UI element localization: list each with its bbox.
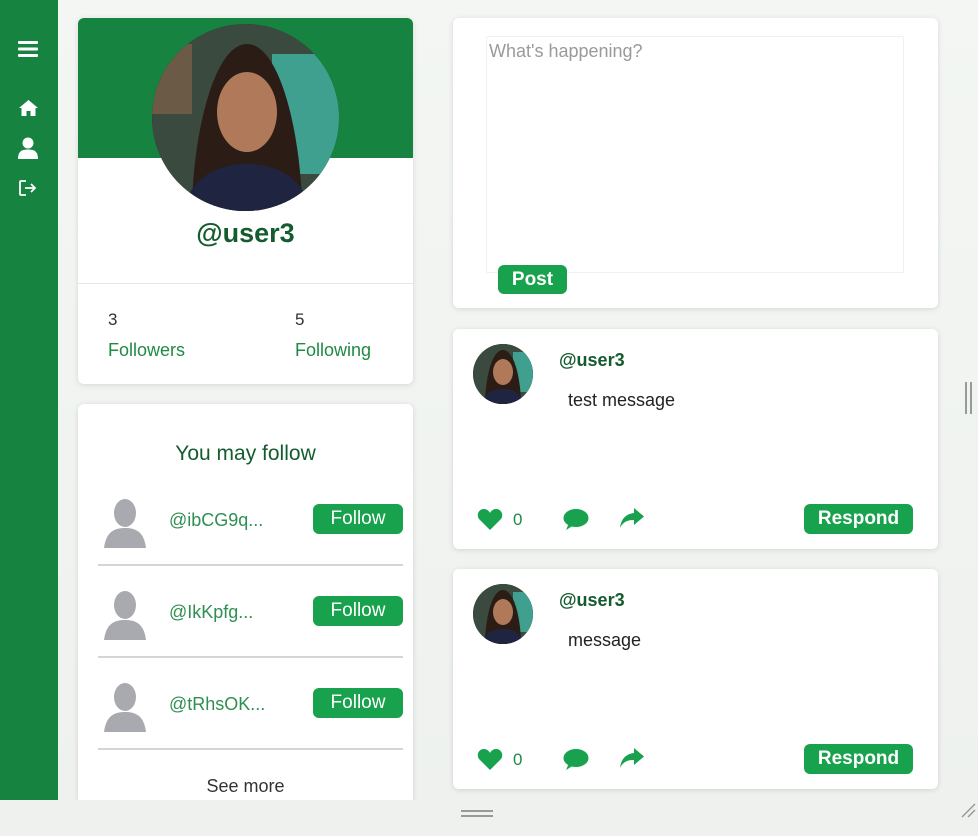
post-text: message	[568, 630, 642, 650]
suggestions-card: You may follow @ibCG9q... Follow @IkKpfg…	[78, 404, 413, 800]
share-icon[interactable]	[619, 507, 645, 535]
post-button[interactable]: Post	[498, 265, 567, 294]
follow-button[interactable]: Follow	[313, 688, 403, 718]
follow-button[interactable]: Follow	[313, 596, 403, 626]
divider	[98, 748, 403, 750]
post-text: test message	[568, 390, 676, 410]
suggestion-item: @ibCG9q... Follow	[98, 496, 403, 588]
post-avatar[interactable]	[473, 344, 533, 404]
suggestion-handle[interactable]: @tRhsOK...	[169, 694, 265, 715]
profile-handle: @user3	[196, 218, 295, 248]
sidebar	[0, 0, 58, 800]
default-avatar-icon[interactable]	[104, 496, 146, 548]
post-actions: 0 Respond	[453, 744, 938, 776]
following-link[interactable]: Following	[295, 340, 371, 361]
follow-button[interactable]: Follow	[313, 504, 403, 534]
followers-link[interactable]: Followers	[108, 340, 185, 361]
suggestion-handle[interactable]: @ibCG9q...	[169, 510, 263, 531]
post-card: @user3 message 0 Respond	[453, 569, 938, 789]
post-handle[interactable]: @user3	[559, 590, 625, 611]
resize-corner-icon[interactable]	[960, 802, 976, 818]
user-icon[interactable]	[17, 137, 39, 159]
default-avatar-icon[interactable]	[104, 588, 146, 640]
profile-card: @user3 3 Followers 5 Following	[78, 18, 413, 384]
divider	[78, 283, 413, 284]
heart-icon[interactable]	[477, 508, 503, 536]
suggestion-item: @tRhsOK... Follow	[98, 680, 403, 772]
respond-button[interactable]: Respond	[804, 504, 913, 534]
horizontal-resize-handle[interactable]	[461, 810, 493, 817]
compose-card: Post	[453, 18, 938, 308]
menu-icon[interactable]	[17, 38, 39, 60]
suggestion-item: @IkKpfg... Follow	[98, 588, 403, 680]
heart-icon[interactable]	[477, 748, 503, 776]
compose-textarea[interactable]	[486, 36, 904, 273]
respond-button[interactable]: Respond	[804, 744, 913, 774]
share-icon[interactable]	[619, 747, 645, 775]
default-avatar-icon[interactable]	[104, 680, 146, 732]
home-icon[interactable]	[17, 97, 39, 119]
suggestions-title: You may follow	[175, 442, 316, 465]
vertical-resize-handle[interactable]	[965, 382, 972, 414]
comment-icon[interactable]	[563, 508, 589, 536]
post-avatar[interactable]	[473, 584, 533, 644]
divider	[98, 564, 403, 566]
post-actions: 0 Respond	[453, 504, 938, 536]
like-count: 0	[513, 510, 523, 529]
profile-avatar[interactable]	[152, 24, 339, 211]
comment-icon[interactable]	[563, 748, 589, 776]
divider	[98, 656, 403, 658]
followers-count: 3	[108, 310, 118, 329]
post-handle[interactable]: @user3	[559, 350, 625, 371]
see-more-link[interactable]: See more	[78, 776, 413, 797]
post-card: @user3 test message 0 Respond	[453, 329, 938, 549]
logout-icon[interactable]	[17, 177, 39, 199]
suggestion-handle[interactable]: @IkKpfg...	[169, 602, 253, 623]
following-count: 5	[295, 310, 305, 329]
bottom-bar	[0, 800, 978, 836]
like-count: 0	[513, 750, 523, 769]
